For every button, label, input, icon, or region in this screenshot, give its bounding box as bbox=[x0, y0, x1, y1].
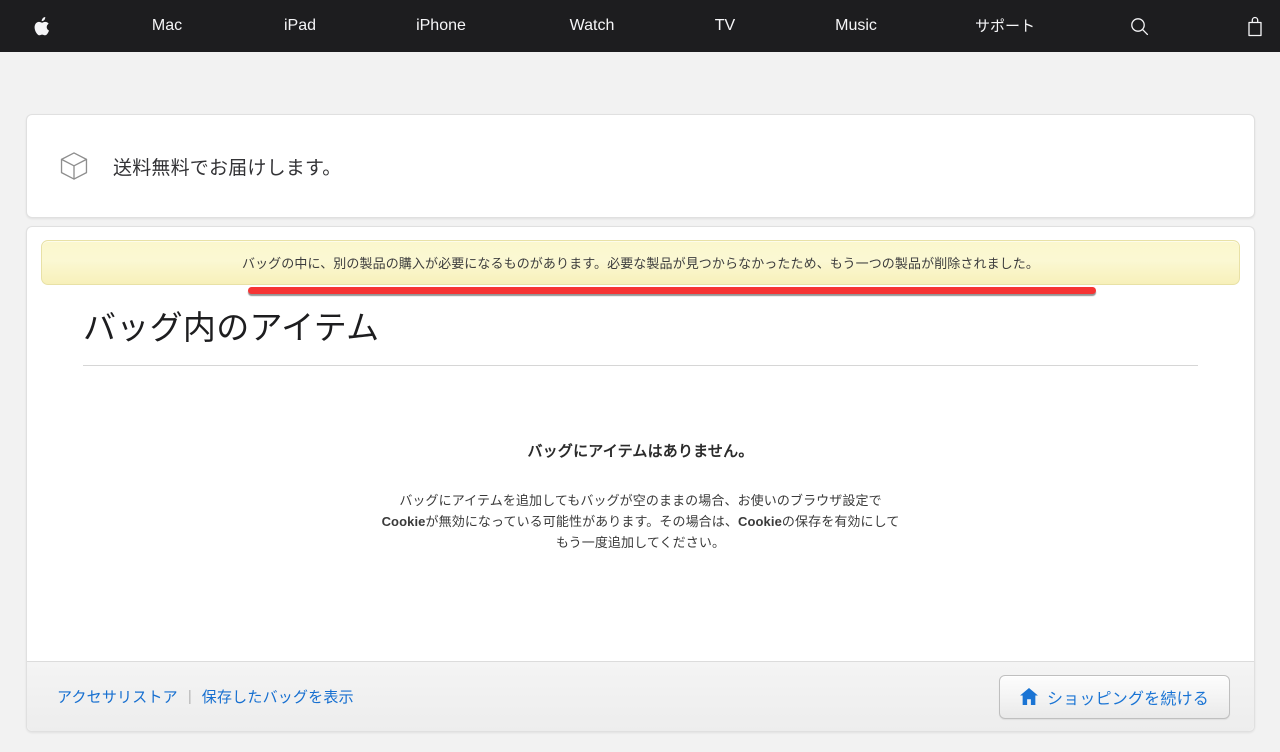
continue-shopping-button[interactable]: ショッピングを続ける bbox=[998, 674, 1230, 719]
nav-search-button[interactable] bbox=[1122, 0, 1156, 52]
nav-item-watch[interactable]: Watch bbox=[551, 0, 633, 52]
empty-bag-description-line-2d: の保存を有効にして bbox=[781, 514, 900, 530]
nav-item-ipad-label: iPad bbox=[283, 17, 317, 34]
warning-banner: バッグの中に、別の製品の購入が必要になるものがあります。必要な製品が見つからなか… bbox=[41, 240, 1240, 285]
empty-bag-description-line-1: バッグにアイテムを追加してもバッグが空のままの場合、お使いのブラウザ設定で bbox=[399, 493, 882, 509]
nav-item-ipad[interactable]: iPad bbox=[266, 0, 334, 52]
red-underline-annotation bbox=[248, 287, 1096, 294]
home-icon bbox=[1020, 688, 1038, 705]
empty-bag-description-line-2: Cookieが無効になっている可能性があります。その場合は、Cookieの保存を… bbox=[27, 511, 1254, 532]
nav-item-iphone[interactable]: iPhone bbox=[398, 0, 484, 52]
nav-item-mac[interactable]: Mac bbox=[130, 0, 204, 52]
nav-item-tv[interactable]: TV bbox=[700, 0, 750, 52]
nav-item-iphone-label: iPhone bbox=[416, 17, 466, 34]
nav-apple-logo-link[interactable] bbox=[25, 0, 55, 52]
bag-footer-bar: アクセサリストア | 保存したバッグを表示 ショッピングを続ける bbox=[27, 661, 1254, 731]
apple-logo-icon bbox=[34, 16, 49, 35]
cookie-word-1: Cookie bbox=[381, 514, 426, 530]
nav-item-mac-label: Mac bbox=[151, 17, 183, 34]
accessory-store-link[interactable]: アクセサリストア bbox=[57, 686, 178, 707]
warning-banner-message: バッグの中に、別の製品の購入が必要になるものがあります。必要な製品が見つからなか… bbox=[241, 256, 1040, 271]
title-divider bbox=[83, 365, 1198, 367]
free-shipping-banner: 送料無料でお届けします。 bbox=[26, 114, 1255, 218]
search-icon bbox=[1130, 17, 1148, 35]
global-navigation-bar: Mac iPad iPhone Watch TV Music サポート bbox=[0, 0, 1280, 52]
nav-shopping-bag-button[interactable] bbox=[1238, 0, 1272, 52]
empty-bag-heading: バッグにアイテムはありません。 bbox=[527, 443, 754, 461]
bag-panel: バッグの中に、別の製品の購入が必要になるものがあります。必要な製品が見つからなか… bbox=[26, 226, 1255, 732]
footer-link-separator: | bbox=[187, 688, 192, 705]
nav-item-support-label: サポート bbox=[974, 17, 1035, 35]
footer-links-group: アクセサリストア | 保存したバッグを表示 bbox=[57, 686, 354, 707]
saved-bags-link[interactable]: 保存したバッグを表示 bbox=[202, 686, 354, 707]
empty-bag-description: バッグにアイテムを追加してもバッグが空のままの場合、お使いのブラウザ設定で Co… bbox=[27, 490, 1254, 553]
nav-item-tv-label: TV bbox=[714, 17, 736, 34]
nav-item-music[interactable]: Music bbox=[815, 0, 897, 52]
continue-shopping-button-label: ショッピングを続ける bbox=[1046, 690, 1209, 708]
nav-item-support[interactable]: サポート bbox=[957, 0, 1053, 52]
shopping-bag-icon bbox=[1248, 16, 1262, 36]
nav-item-music-label: Music bbox=[835, 17, 877, 34]
free-shipping-message: 送料無料でお届けします。 bbox=[113, 157, 342, 179]
page-title: バッグ内のアイテム bbox=[83, 309, 380, 346]
cookie-word-2: Cookie bbox=[737, 514, 782, 530]
warning-banner-wrapper: バッグの中に、別の製品の購入が必要になるものがあります。必要な製品が見つからなか… bbox=[41, 240, 1240, 294]
package-box-icon bbox=[60, 152, 88, 180]
empty-bag-description-line-2b: が無効になっている可能性があります。その場合は、 bbox=[425, 514, 738, 530]
nav-item-watch-label: Watch bbox=[569, 17, 615, 34]
empty-bag-state: バッグにアイテムはありません。 バッグにアイテムを追加してもバッグが空のままの場… bbox=[27, 440, 1254, 553]
empty-bag-description-line-3: もう一度追加してください。 bbox=[555, 535, 726, 551]
